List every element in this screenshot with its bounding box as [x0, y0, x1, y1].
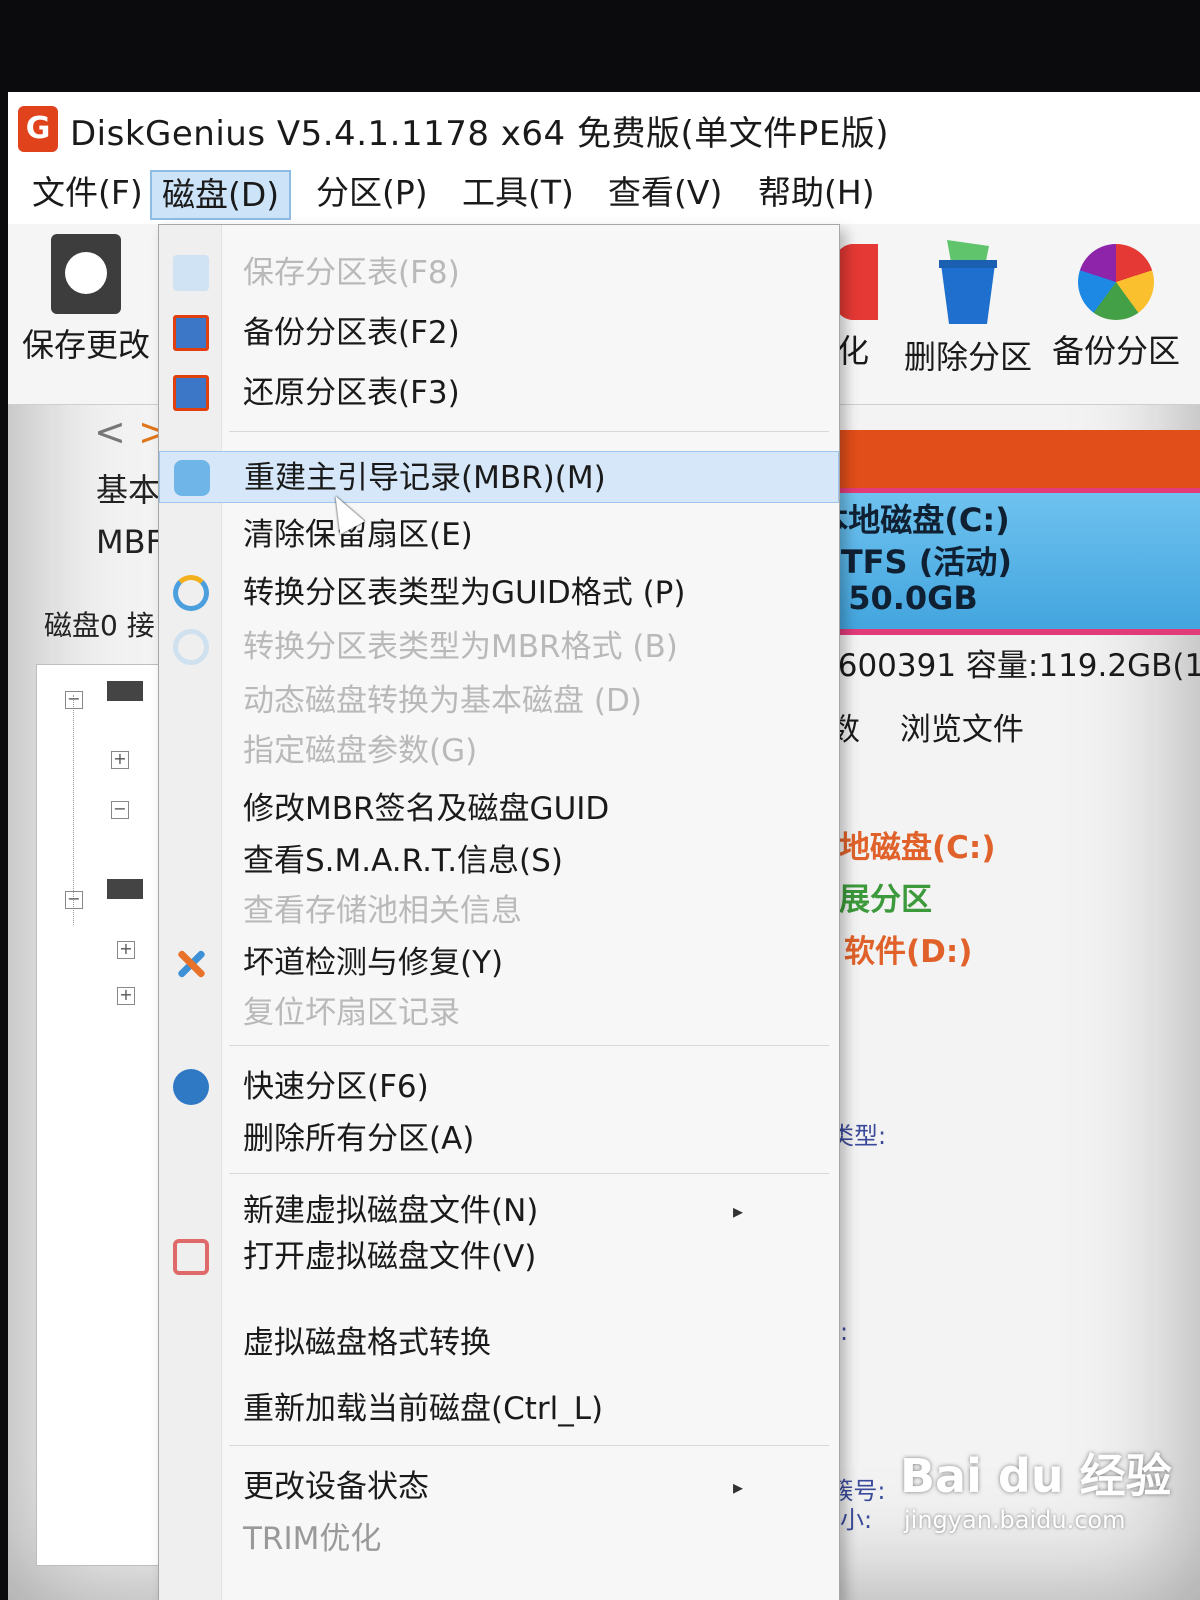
menu-partition[interactable]: 分区(P)	[306, 170, 438, 216]
menu-item-label: 虚拟磁盘格式转换	[243, 1325, 491, 1361]
menu-separator	[229, 1445, 829, 1446]
menu-item-label: 打开虚拟磁盘文件(V)	[243, 1239, 537, 1275]
disk-type-mbr: MBF	[96, 523, 164, 561]
menu-view[interactable]: 查看(V)	[598, 170, 732, 216]
menu-separator	[229, 431, 829, 432]
baidu-jingyan-watermark: Bai du 经验 jingyan.baidu.com	[900, 1440, 1200, 1580]
disk-capacity-info: 1600391 容量:119.2GB(1	[818, 648, 1200, 684]
disk0-icon	[107, 681, 143, 701]
menu-item-label: TRIM优化	[243, 1521, 382, 1557]
menu-bar: 文件(F) 磁盘(D) 分区(P) 工具(T) 查看(V) 帮助(H)	[8, 162, 1200, 224]
menu-item-open-virtual-disk[interactable]: 打开虚拟磁盘文件(V)	[159, 1231, 839, 1283]
delete-partition-label: 删除分区	[904, 338, 1033, 376]
menu-item-virtual-disk-convert[interactable]: 虚拟磁盘格式转换	[159, 1317, 839, 1369]
menu-disk[interactable]: 磁盘(D)	[150, 170, 292, 220]
menu-item-label: 指定磁盘参数(G)	[243, 733, 478, 769]
menu-item-label: 复位坏扇区记录	[243, 995, 460, 1031]
menu-item-label: 重新加载当前磁盘(Ctrl_L)	[243, 1391, 604, 1427]
disk1-icon	[107, 879, 143, 899]
app-logo-icon: G	[18, 106, 58, 152]
menu-item-quick-partition[interactable]: 快速分区(F6)	[159, 1061, 839, 1113]
mbr-icon	[174, 460, 210, 496]
menu-item-label: 重建主引导记录(MBR)(M)	[244, 460, 606, 496]
menu-item-restore-partition-table[interactable]: 还原分区表(F3)	[159, 367, 839, 419]
restore-icon	[173, 375, 209, 411]
menu-item-label: 还原分区表(F3)	[243, 375, 460, 411]
save-changes-button[interactable]: 保存更改	[22, 234, 150, 366]
menu-item-delete-all-partitions[interactable]: 删除所有分区(A)	[159, 1113, 839, 1165]
menu-item-label: 动态磁盘转换为基本磁盘 (D)	[243, 683, 642, 719]
menu-item-reload-disk[interactable]: 重新加载当前磁盘(Ctrl_L)	[159, 1383, 839, 1435]
menu-item-storage-pool-info[interactable]: 查看存储池相关信息	[159, 885, 839, 937]
tree-toggle-item[interactable]: +	[117, 981, 135, 1005]
virtual-disk-icon	[173, 1239, 209, 1275]
disk-tree[interactable]: − + − − + +	[36, 664, 178, 1566]
tree-toggle-item[interactable]: +	[117, 935, 135, 959]
tree-toggle-item[interactable]: +	[111, 745, 129, 769]
menu-item-label: 转换分区表类型为MBR格式 (B)	[243, 629, 678, 665]
tree-toggle-disk0[interactable]: −	[65, 685, 83, 709]
menu-item-reset-bad-sectors[interactable]: 复位坏扇区记录	[159, 987, 839, 1039]
nav-back-button[interactable]: <	[94, 410, 126, 454]
menu-item-new-virtual-disk[interactable]: 新建虚拟磁盘文件(N) ▸	[159, 1185, 839, 1237]
disk-menu-dropdown: 保存分区表(F8) 备份分区表(F2) 还原分区表(F3) 重建主引导记录(MB…	[158, 224, 840, 1600]
menu-item-label: 转换分区表类型为GUID格式 (P)	[243, 575, 686, 611]
trash-icon	[933, 234, 1003, 326]
tree-toggle-item[interactable]: −	[111, 795, 129, 819]
title-bar: G DiskGenius V5.4.1.1178 x64 免费版(单文件PE版)	[8, 92, 1200, 162]
tab-browse-files[interactable]: 浏览文件	[900, 712, 1024, 748]
convert-icon	[173, 629, 209, 665]
disk-interface-info: 磁盘0 接	[44, 609, 155, 642]
menu-separator	[229, 1045, 829, 1046]
menu-item-label: 查看存储池相关信息	[243, 893, 522, 929]
save-icon	[173, 255, 209, 291]
menu-separator	[229, 1173, 829, 1174]
menu-item-convert-to-guid[interactable]: 转换分区表类型为GUID格式 (P)	[159, 567, 839, 619]
menu-item-bad-sector-check[interactable]: 坏道检测与修复(Y)	[159, 937, 839, 989]
watermark-brand: Bai du 经验	[900, 1449, 1172, 1503]
delete-partition-button[interactable]: 删除分区	[904, 234, 1032, 378]
menu-item-label: 保存分区表(F8)	[243, 255, 460, 291]
menu-item-rebuild-mbr[interactable]: 重建主引导记录(MBR)(M)	[159, 451, 839, 503]
menu-item-modify-mbr-signature[interactable]: 修改MBR签名及磁盘GUID	[159, 783, 839, 835]
menu-item-label: 删除所有分区(A)	[243, 1121, 475, 1157]
submenu-arrow-icon: ▸	[732, 1199, 743, 1223]
backup-pie-icon	[1078, 244, 1154, 320]
menu-item-set-disk-params[interactable]: 指定磁盘参数(G)	[159, 725, 839, 777]
convert-icon	[173, 575, 209, 611]
menu-item-label: 新建虚拟磁盘文件(N)	[243, 1193, 539, 1229]
backup-partition-button[interactable]: 备份分区	[1052, 234, 1180, 372]
backup-icon	[173, 315, 209, 351]
menu-item-label: 备份分区表(F2)	[243, 315, 460, 351]
submenu-arrow-icon: ▸	[732, 1475, 743, 1499]
menu-item-view-smart[interactable]: 查看S.M.A.R.T.信息(S)	[159, 835, 839, 887]
menu-file[interactable]: 文件(F)	[22, 170, 153, 216]
tree-toggle-disk1[interactable]: −	[65, 885, 83, 909]
disk-type-basic: 基本	[96, 471, 161, 509]
menu-item-save-partition-table[interactable]: 保存分区表(F8)	[159, 247, 839, 299]
save-changes-label: 保存更改	[22, 326, 151, 364]
menu-item-change-device-state[interactable]: 更改设备状态 ▸	[159, 1461, 839, 1513]
menu-help[interactable]: 帮助(H)	[748, 170, 885, 216]
menu-item-label: 坏道检测与修复(Y)	[243, 945, 504, 981]
menu-item-convert-to-mbr[interactable]: 转换分区表类型为MBR格式 (B)	[159, 621, 839, 673]
diskgenius-window: G DiskGenius V5.4.1.1178 x64 免费版(单文件PE版)…	[8, 92, 1200, 1600]
list-item-d[interactable]: 软件(D:)	[844, 926, 995, 978]
menu-item-trim-optimize[interactable]: TRIM优化	[159, 1513, 839, 1565]
repair-icon	[173, 945, 209, 981]
save-changes-icon	[51, 234, 121, 314]
menu-tools[interactable]: 工具(T)	[452, 170, 584, 216]
quick-partition-icon	[173, 1069, 209, 1105]
menu-item-label: 快速分区(F6)	[243, 1069, 429, 1105]
disk-type-info: 基本 MBF	[96, 464, 164, 568]
menu-item-backup-partition-table[interactable]: 备份分区表(F2)	[159, 307, 839, 359]
window-title: DiskGenius V5.4.1.1178 x64 免费版(单文件PE版)	[70, 114, 889, 154]
menu-item-dynamic-to-basic[interactable]: 动态磁盘转换为基本磁盘 (D)	[159, 675, 839, 727]
backup-partition-label: 备份分区	[1052, 332, 1181, 370]
watermark-url: jingyan.baidu.com	[904, 1506, 1126, 1534]
menu-item-clear-reserved-sectors[interactable]: 清除保留扇区(E)	[159, 509, 839, 561]
menu-item-label: 修改MBR签名及磁盘GUID	[243, 791, 610, 827]
menu-item-label: 更改设备状态	[243, 1469, 429, 1505]
menu-item-label: 查看S.M.A.R.T.信息(S)	[243, 843, 563, 879]
